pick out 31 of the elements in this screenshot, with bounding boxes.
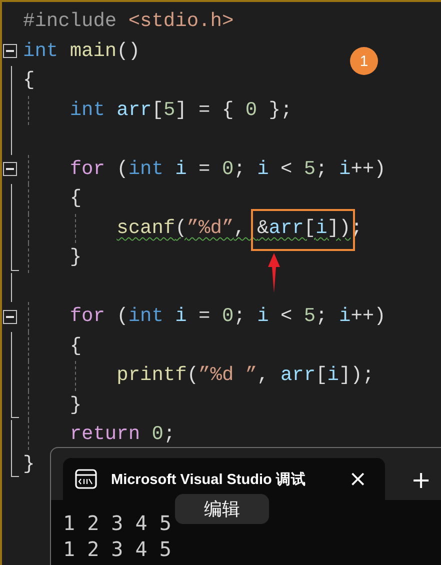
output-line: 1 2 3 4 5: [63, 536, 172, 562]
code-line: return 0;: [68, 423, 176, 445]
tab-title: Microsoft Visual Studio 调试: [111, 470, 307, 488]
collapse-icon[interactable]: [2, 162, 16, 176]
code-line: for (int i = 0; i < 5; i++): [68, 158, 386, 180]
terminal-tab[interactable]: Microsoft Visual Studio 调试 ×: [63, 458, 385, 500]
terminal-icon: [75, 469, 97, 489]
code-line: printf(”%d ”, arr[i]);: [116, 364, 374, 386]
collapse-icon[interactable]: [2, 44, 16, 58]
fold-line: [11, 272, 12, 302]
output-line: 1 2 3 4 5: [63, 510, 172, 536]
code-line: }: [23, 452, 35, 474]
step-badge: 1: [350, 47, 378, 75]
collapse-icon[interactable]: [2, 310, 16, 324]
code-line: {: [68, 187, 82, 209]
code-line: for (int i = 0; i < 5; i++): [68, 305, 386, 327]
tooltip: 编辑: [175, 494, 269, 524]
code-line: #include <stdio.h>: [23, 10, 234, 32]
arrow-icon: [267, 252, 282, 292]
new-tab-button[interactable]: +: [405, 466, 438, 494]
fold-line: [11, 420, 12, 450]
fold-end-line: [11, 450, 19, 477]
code-line: {: [23, 69, 35, 91]
code-line: {: [68, 334, 82, 356]
fold-end-line: [11, 243, 19, 270]
code-line: }: [68, 246, 82, 268]
code-line: int main(): [23, 40, 140, 62]
close-button[interactable]: ×: [342, 466, 373, 492]
fold-end-line: [11, 390, 19, 418]
code-line: }: [68, 394, 82, 416]
code-line: int arr[5] = { 0 };: [68, 98, 292, 120]
